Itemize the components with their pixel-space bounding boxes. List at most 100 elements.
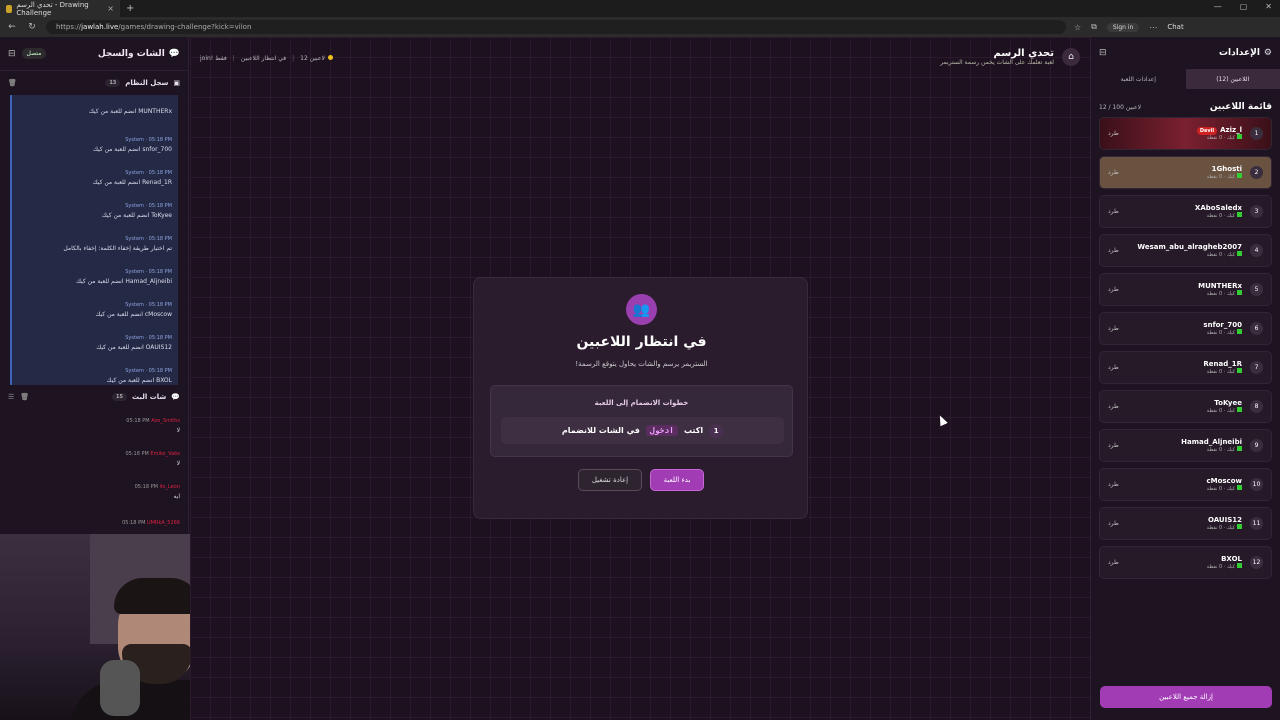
kick-player-button[interactable]: طرد	[1108, 442, 1119, 449]
new-tab-button[interactable]: +	[126, 3, 134, 14]
favicon-icon	[6, 4, 13, 13]
trash-icon[interactable]: 🗑	[20, 393, 29, 401]
sign-in-button[interactable]: Sign in	[1106, 22, 1140, 32]
system-log-item: System · 05:18 PM OAUIS12 انضم للعبة من ك…	[10, 326, 178, 359]
system-log-text: MUNTHERx انضم للعبة من كيك	[88, 108, 172, 115]
collapse-panel-icon[interactable]: ⊟	[8, 49, 16, 59]
players-capacity: 12 / 100 لاعبين	[1099, 103, 1142, 111]
player-row: طرد OAUIS12 كيك · 0 نقطة 11	[1099, 507, 1272, 540]
system-log-meta: System · 05:18 PM	[125, 334, 172, 341]
player-rank: 12	[1250, 556, 1263, 569]
system-log-item: MUNTHERx انضم للعبة من كيك	[10, 95, 178, 128]
reload-icon[interactable]: ↻	[26, 22, 38, 32]
remove-all-players-button[interactable]: إزالة جميع اللاعبين	[1100, 686, 1272, 708]
player-info: OAUIS12 كيك · 0 نقطة 11	[1207, 516, 1263, 531]
window-controls: — ▢ ✕	[1214, 2, 1272, 11]
player-info: snfor_700 كيك · 0 نقطة 6	[1203, 321, 1263, 336]
chat-username[interactable]: UMRkA_5266	[147, 520, 180, 526]
player-rank: 7	[1250, 361, 1263, 374]
extensions-icon[interactable]: ⧉	[1091, 22, 1097, 32]
trash-icon[interactable]: 🗑	[8, 79, 17, 87]
system-log-item: System · 05:18 PM تم اختيار طريقة إخفاء ا…	[10, 227, 178, 260]
back-icon[interactable]: ←	[6, 22, 18, 32]
player-meta: كيك · 0 نقطة	[1206, 135, 1235, 141]
kick-player-button[interactable]: طرد	[1108, 481, 1119, 488]
player-rank: 6	[1250, 322, 1263, 335]
player-name: MUNTHERx	[1198, 282, 1242, 290]
kick-platform-icon	[1237, 368, 1242, 373]
kick-player-button[interactable]: طرد	[1108, 403, 1119, 410]
toolbar-icons: ☆ ⧉ Sign in ⋯ Chat	[1074, 22, 1184, 32]
player-row: طرد BXOL كيك · 0 نقطة 12	[1099, 546, 1272, 579]
kick-player-button[interactable]: طرد	[1108, 169, 1119, 176]
player-row: طرد Wesam_abu_alragheb2007 كيك · 0 نقطة 4	[1099, 234, 1272, 267]
system-log-meta: System · 05:18 PM	[125, 367, 172, 374]
chat-text: لا	[176, 459, 180, 467]
users-icon: 👥	[626, 294, 657, 325]
player-meta: كيك · 0 نقطة	[1206, 447, 1235, 453]
players-count-label: 12 لاعبين	[300, 55, 333, 62]
settings-title: الإعدادات	[1218, 48, 1260, 58]
kick-player-button[interactable]: طرد	[1108, 520, 1119, 527]
maximize-icon[interactable]: ▢	[1240, 2, 1248, 11]
system-log-item: System · 05:18 PM BXOL انضم للعبة من كيك	[10, 359, 178, 385]
system-log-meta: System · 05:18 PM	[125, 268, 172, 275]
player-meta: كيك · 0 نقطة	[1206, 486, 1235, 492]
player-meta: كيك · 0 نقطة	[1206, 291, 1235, 297]
kick-platform-icon	[1237, 524, 1242, 529]
kick-platform-icon	[1237, 446, 1242, 451]
chat-message-meta: 05:18 PM Emiko_Vabs	[126, 451, 181, 457]
chat-time: 05:18 PM	[134, 483, 158, 490]
close-window-icon[interactable]: ✕	[1265, 2, 1272, 11]
kick-player-button[interactable]: طرد	[1108, 364, 1119, 371]
system-log-meta: System · 05:18 PM	[125, 202, 172, 209]
waiting-subtitle: الستريمر يرسم والشات يحاول يتوقع الرسمة!	[575, 360, 708, 368]
tab-players[interactable]: اللاعبين (12)	[1185, 69, 1280, 89]
live-chat-header: ☰ 🗑 15 شات البث 💬	[0, 385, 188, 409]
player-name: Aziz_l	[1220, 126, 1242, 134]
system-log-item: System · 05:18 PM ToKyee انضم للعبة من كي…	[10, 194, 178, 227]
tab-game-settings[interactable]: إعدادات اللعبة	[1091, 69, 1186, 89]
chat-message-meta: 05:18 PM UMRkA_5266	[122, 520, 180, 526]
filter-icon[interactable]: ☰	[8, 393, 14, 401]
kick-platform-icon	[1237, 485, 1242, 490]
kick-player-button[interactable]: طرد	[1108, 130, 1119, 137]
player-row: طرد MUNTHERx كيك · 0 نقطة 5	[1099, 273, 1272, 306]
player-rank: 5	[1250, 283, 1263, 296]
restart-button[interactable]: إعادة تشغيل	[578, 469, 642, 491]
player-rank: 3	[1250, 205, 1263, 218]
browser-tab[interactable]: تحدي الرسم - Drawing Challenge ×	[0, 0, 120, 17]
home-icon[interactable]: ⌂	[1062, 48, 1080, 66]
star-icon[interactable]: ☆	[1074, 23, 1081, 32]
url-path: /games/drawing-challenge?kick=vilon	[118, 23, 252, 31]
address-bar[interactable]: https://jawlah.live/games/drawing-challe…	[46, 20, 1066, 34]
chat-username[interactable]: Emiko_Vabs	[150, 451, 180, 457]
start-game-button[interactable]: بدء اللعبة	[650, 469, 704, 491]
system-log-list[interactable]: MUNTHERx انضم للعبة من كيك System · 05:18…	[0, 95, 188, 385]
player-row: طرد XAboSaledx كيك · 0 نقطة 3	[1099, 195, 1272, 228]
player-row: طرد ToKyee كيك · 0 نقطة 8	[1099, 390, 1272, 423]
live-chat-list[interactable]: 05:18 PM Azo_Smiths لا 05:18 PM Emiko_Vabs…	[0, 409, 188, 541]
mouse-cursor-icon	[936, 413, 948, 427]
minimize-icon[interactable]: —	[1214, 2, 1222, 11]
kick-player-button[interactable]: طرد	[1108, 325, 1119, 332]
player-info: Wesam_abu_alragheb2007 كيك · 0 نقطة 4	[1137, 243, 1263, 258]
chat-username[interactable]: its_Leon	[160, 484, 180, 490]
kick-player-button[interactable]: طرد	[1108, 286, 1119, 293]
player-name: ToKyee	[1214, 399, 1242, 407]
player-row: طرد 1Ghosti كيك · 0 نقطة 2	[1099, 156, 1272, 189]
close-tab-icon[interactable]: ×	[107, 4, 114, 13]
system-log-count: 13	[105, 79, 121, 87]
chat-button[interactable]: Chat	[1167, 23, 1183, 31]
kick-player-button[interactable]: طرد	[1108, 247, 1119, 254]
settings-tabs: إعدادات اللعبة اللاعبين (12)	[1091, 69, 1280, 89]
system-log-title: سجل النظام	[125, 79, 169, 87]
kick-player-button[interactable]: طرد	[1108, 208, 1119, 215]
collapse-panel-icon[interactable]: ⊟	[1099, 48, 1107, 58]
kick-player-button[interactable]: طرد	[1108, 559, 1119, 566]
settings-panel: ⊟ الإعدادات ⚙ إعدادات اللعبة اللاعبين (1…	[1090, 37, 1280, 720]
menu-icon[interactable]: ⋯	[1149, 23, 1157, 32]
player-row: طرد Devil Aziz_l كيك · 0 نقطة 1	[1099, 117, 1272, 150]
chat-username[interactable]: Azo_Smiths	[151, 418, 180, 424]
status-dot-icon	[327, 55, 333, 60]
